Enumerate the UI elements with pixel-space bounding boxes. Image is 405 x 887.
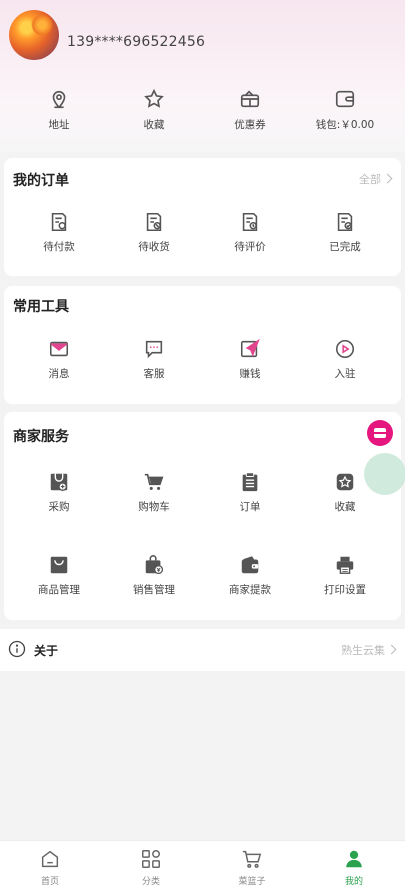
pending-review-icon bbox=[242, 212, 258, 232]
tab-basket[interactable]: 菜篮子 bbox=[222, 848, 282, 887]
quick-link-favorites[interactable]: 收藏 bbox=[109, 88, 199, 132]
quick-link-coupons[interactable]: 优惠券 bbox=[205, 88, 295, 132]
floating-pink-button[interactable] bbox=[367, 420, 393, 446]
merchant-orders[interactable]: 订单 bbox=[205, 471, 295, 514]
merchant-card: 商家服务 采购 购物车 订单 收藏 商品管理 销售管理 商家提款 打印设置 bbox=[4, 412, 401, 620]
tab-label: 我的 bbox=[344, 877, 363, 887]
info-icon bbox=[8, 640, 26, 658]
merchant-label: 购物车 bbox=[138, 501, 170, 513]
order-status-label: 待收货 bbox=[138, 241, 170, 253]
bottom-tab-bar: 首页 分类 菜篮子 我的 bbox=[0, 840, 405, 887]
orders-view-all-label: 全部 bbox=[359, 173, 381, 186]
basket-icon bbox=[242, 850, 262, 868]
orders-view-all[interactable]: 全部 bbox=[359, 171, 393, 187]
quick-link-address[interactable]: 地址 bbox=[14, 88, 104, 132]
tool-label: 赚钱 bbox=[239, 368, 261, 380]
tool-earn[interactable]: 赚钱 bbox=[205, 338, 295, 381]
chevron-right-icon bbox=[386, 644, 397, 655]
order-status-label: 待评价 bbox=[234, 241, 266, 253]
tab-category[interactable]: 分类 bbox=[121, 848, 181, 887]
merchant-title: 商家服务 bbox=[13, 429, 69, 445]
merchant-product-management[interactable]: 商品管理 bbox=[14, 554, 104, 597]
tab-label: 分类 bbox=[141, 877, 160, 887]
purchase-icon bbox=[50, 473, 68, 491]
tab-mine[interactable]: 我的 bbox=[324, 848, 384, 887]
bag-icon bbox=[50, 556, 68, 574]
tool-label: 消息 bbox=[48, 368, 70, 380]
quick-link-label: 地址 bbox=[48, 119, 70, 131]
coupon-icon bbox=[240, 90, 260, 108]
merchant-label: 打印设置 bbox=[324, 584, 366, 596]
merchant-label: 销售管理 bbox=[133, 584, 175, 596]
merchant-print-settings[interactable]: 打印设置 bbox=[300, 554, 390, 597]
pending-receipt-icon bbox=[146, 212, 162, 232]
merchant-label: 收藏 bbox=[334, 501, 356, 513]
merchant-label: 商品管理 bbox=[38, 584, 80, 596]
quick-link-label: 钱包:￥0.00 bbox=[315, 119, 375, 131]
favorite-icon bbox=[336, 473, 354, 491]
tool-messages[interactable]: 消息 bbox=[14, 338, 104, 381]
about-label: 关于 bbox=[34, 644, 59, 658]
tab-label: 首页 bbox=[40, 877, 59, 887]
merchant-sales-management[interactable]: 销售管理 bbox=[109, 554, 199, 597]
order-status-pending-receipt[interactable]: 待收货 bbox=[109, 211, 199, 254]
home-icon bbox=[41, 850, 59, 868]
cart-icon bbox=[144, 473, 164, 490]
order-status-label: 已完成 bbox=[329, 241, 361, 253]
tool-customer-service[interactable]: 客服 bbox=[109, 338, 199, 381]
profile-header: 139****696522456 地址 收藏 优惠券 钱包:￥0.00 bbox=[0, 0, 405, 152]
quick-link-label: 优惠券 bbox=[234, 119, 266, 131]
user-icon bbox=[346, 850, 362, 868]
location-icon bbox=[52, 90, 66, 109]
tools-card: 常用工具 消息 客服 赚钱 入驻 bbox=[4, 286, 401, 404]
merchant-label: 商家提款 bbox=[229, 584, 271, 596]
completed-icon bbox=[337, 212, 353, 232]
category-icon bbox=[142, 850, 160, 868]
about-value-text: 熟生云集 bbox=[341, 644, 385, 657]
clipboard-icon bbox=[242, 472, 258, 492]
floating-assist-button[interactable] bbox=[364, 453, 405, 495]
tools-title: 常用工具 bbox=[13, 299, 69, 315]
merchant-label: 采购 bbox=[48, 501, 70, 513]
order-status-completed[interactable]: 已完成 bbox=[300, 211, 390, 254]
message-icon bbox=[49, 341, 69, 357]
tab-label: 菜篮子 bbox=[238, 877, 266, 887]
merchant-withdraw[interactable]: 商家提款 bbox=[205, 554, 295, 597]
sales-icon bbox=[145, 555, 164, 575]
send-icon bbox=[240, 338, 260, 358]
order-status-label: 待付款 bbox=[43, 241, 75, 253]
order-status-pending-review[interactable]: 待评价 bbox=[205, 211, 295, 254]
tool-label: 客服 bbox=[143, 368, 165, 380]
avatar[interactable] bbox=[9, 10, 59, 60]
quick-link-label: 收藏 bbox=[143, 119, 165, 131]
about-value: 熟生云集 bbox=[341, 642, 397, 658]
tab-home[interactable]: 首页 bbox=[20, 848, 80, 887]
tool-label: 入驻 bbox=[334, 368, 356, 380]
wallet-icon bbox=[335, 90, 355, 108]
star-icon bbox=[144, 88, 164, 108]
merchant-cart[interactable]: 购物车 bbox=[109, 471, 199, 514]
pending-payment-icon bbox=[51, 212, 67, 232]
phone-number: 139****696522456 bbox=[67, 34, 206, 50]
quick-link-wallet[interactable]: 钱包:￥0.00 bbox=[300, 88, 390, 132]
printer-icon bbox=[336, 556, 354, 574]
chevron-right-icon bbox=[382, 173, 393, 184]
orders-title: 我的订单 bbox=[13, 173, 69, 189]
merchant-label: 订单 bbox=[239, 501, 261, 513]
customer-service-icon bbox=[145, 340, 163, 359]
tool-join[interactable]: 入驻 bbox=[300, 338, 390, 381]
about-row[interactable]: 关于 熟生云集 bbox=[0, 629, 405, 671]
orders-card: 我的订单 全部 待付款 待收货 待评价 已完成 bbox=[4, 158, 401, 276]
play-icon bbox=[335, 339, 355, 359]
order-status-pending-payment[interactable]: 待付款 bbox=[14, 211, 104, 254]
merchant-purchase[interactable]: 采购 bbox=[14, 471, 104, 514]
withdraw-wallet-icon bbox=[241, 556, 259, 574]
